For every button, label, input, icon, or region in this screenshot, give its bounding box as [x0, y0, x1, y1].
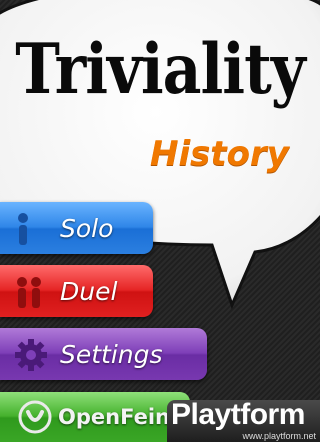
solo-label: Solo: [60, 213, 114, 243]
playtform-watermark: Playtform www.playtform.net: [167, 398, 320, 442]
settings-label: Settings: [60, 339, 163, 369]
app-title: Triviality: [15, 29, 305, 111]
single-person-icon: [18, 213, 28, 245]
watermark-brand: Playtform: [171, 398, 305, 431]
duel-label: Duel: [60, 276, 118, 306]
openfeint-button[interactable]: OpenFeint: [0, 392, 190, 442]
openfeint-logo-icon: [18, 400, 52, 434]
solo-button[interactable]: Solo: [0, 202, 153, 254]
openfeint-label: OpenFeint: [58, 405, 181, 429]
settings-button[interactable]: Settings: [0, 328, 207, 380]
gear-icon: [15, 339, 47, 371]
two-people-icon: [17, 277, 41, 308]
app-subtitle: History: [150, 134, 289, 174]
watermark-site: www.playtform.net: [242, 431, 316, 441]
duel-button[interactable]: Duel: [0, 265, 153, 317]
